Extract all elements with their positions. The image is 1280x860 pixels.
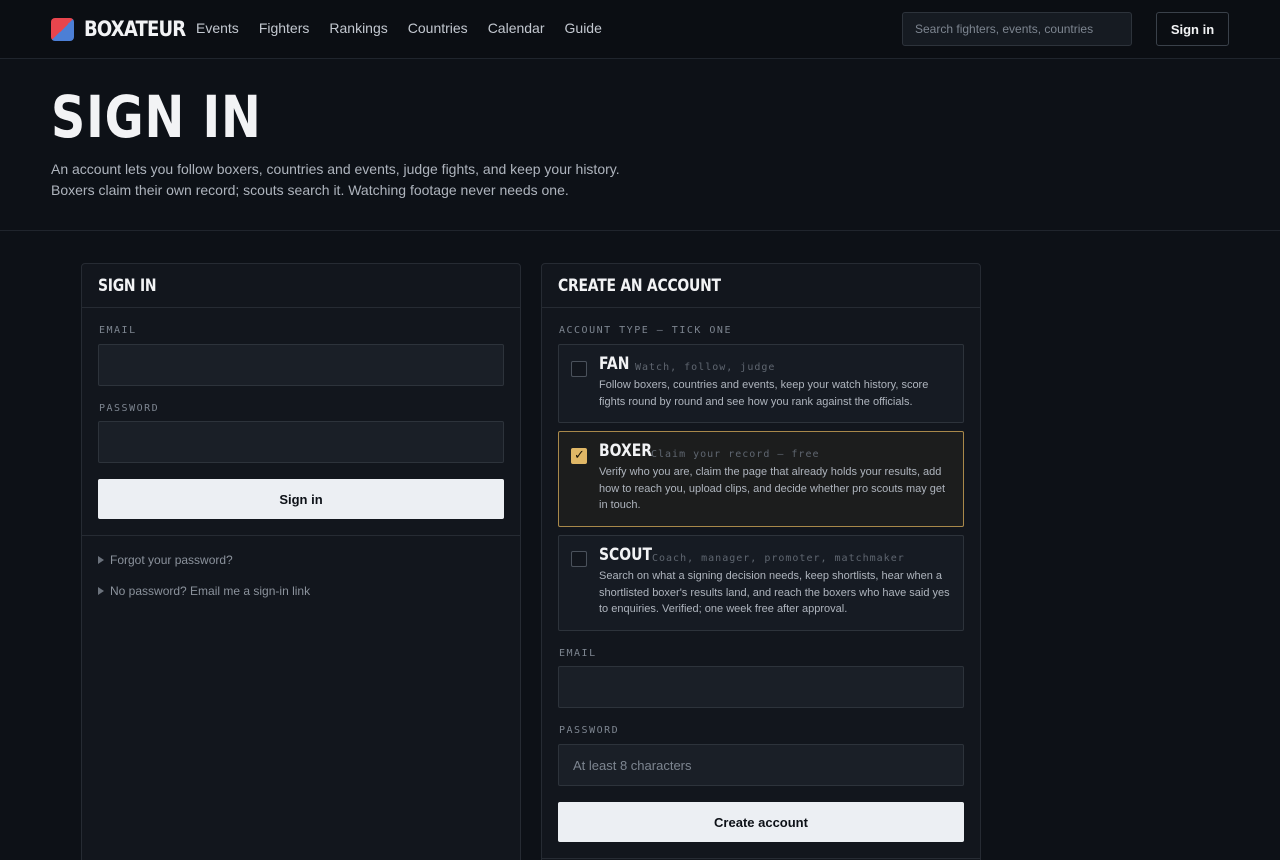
sign-in-card-header: SIGN IN [82, 264, 520, 308]
sign-in-card-title: SIGN IN [98, 276, 157, 296]
create-account-divider [542, 858, 980, 859]
fan-option-tag: Watch, follow, judge [635, 362, 776, 373]
fan-checkbox[interactable] [571, 361, 587, 377]
page-title: SIGN IN [51, 83, 262, 151]
sign-in-password-field[interactable] [98, 421, 504, 463]
nav-item-countries[interactable]: Countries [408, 20, 468, 36]
scout-checkbox[interactable] [571, 551, 587, 567]
create-account-button[interactable]: Create account [558, 802, 964, 842]
create-password-field[interactable] [558, 744, 964, 786]
top-navigation-bar: BOXATEUR Events Fighters Rankings Countr… [0, 0, 1280, 59]
create-account-card-title: CREATE AN ACCOUNT [558, 276, 721, 296]
scout-option-title: SCOUT [599, 545, 652, 565]
nav-item-fighters[interactable]: Fighters [259, 20, 310, 36]
nav-item-calendar[interactable]: Calendar [488, 20, 545, 36]
create-email-field[interactable] [558, 666, 964, 708]
sign-in-password-label: PASSWORD [99, 403, 160, 414]
nav-item-events[interactable]: Events [196, 20, 239, 36]
check-icon: ✓ [574, 447, 585, 462]
sign-in-email-field[interactable] [98, 344, 504, 386]
boxer-option-tag: Claim your record — free [651, 449, 820, 460]
sign-in-card: SIGN IN EMAIL PASSWORD Sign in Forgot yo… [81, 263, 521, 860]
boxer-checkbox[interactable]: ✓ [571, 447, 587, 464]
magic-link-toggle[interactable]: No password? Email me a sign-in link [98, 584, 310, 598]
scout-option-description: Search on what a signing decision needs,… [599, 570, 950, 615]
create-email-label: EMAIL [559, 648, 597, 659]
nav-item-guide[interactable]: Guide [565, 20, 602, 36]
header-sign-in-button[interactable]: Sign in [1156, 12, 1229, 46]
sign-in-button[interactable]: Sign in [98, 479, 504, 519]
brand-name: BOXATEUR [84, 17, 186, 41]
sign-in-divider [82, 535, 520, 536]
disclosure-triangle-icon [98, 587, 104, 595]
sign-in-email-label: EMAIL [99, 325, 137, 336]
create-password-label: PASSWORD [559, 725, 620, 736]
main-nav: Events Fighters Rankings Countries Calen… [196, 20, 602, 36]
create-account-card: CREATE AN ACCOUNT ACCOUNT TYPE — TICK ON… [541, 263, 981, 860]
page-hero: SIGN IN An account lets you follow boxer… [0, 59, 1280, 231]
account-type-label: ACCOUNT TYPE — TICK ONE [559, 325, 732, 336]
magic-link-label: No password? Email me a sign-in link [110, 584, 311, 598]
search-input[interactable] [902, 12, 1132, 46]
account-type-option-scout[interactable]: SCOUT Coach, manager, promoter, matchmak… [558, 535, 964, 631]
hero-description-line-2: Boxers claim their own record; scouts se… [51, 182, 569, 198]
boxer-option-description: Verify who you are, claim the page that … [599, 466, 946, 511]
disclosure-triangle-icon [98, 556, 104, 564]
create-account-card-header: CREATE AN ACCOUNT [542, 264, 980, 308]
account-type-option-fan[interactable]: FAN Watch, follow, judge Follow boxers, … [558, 344, 964, 423]
forgot-password-toggle[interactable]: Forgot your password? [98, 553, 233, 567]
account-type-option-boxer[interactable]: ✓ BOXER Claim your record — free Verify … [558, 431, 964, 527]
boxer-option-title: BOXER [599, 441, 652, 461]
fan-option-title: FAN [599, 354, 630, 374]
brand-mark-icon [51, 17, 74, 41]
hero-description-line-1: An account lets you follow boxers, count… [51, 161, 620, 177]
brand-logo[interactable]: BOXATEUR [51, 17, 202, 41]
forgot-password-label: Forgot your password? [110, 553, 233, 567]
scout-option-tag: Coach, manager, promoter, matchmaker [652, 553, 905, 564]
nav-item-rankings[interactable]: Rankings [329, 20, 387, 36]
fan-option-description: Follow boxers, countries and events, kee… [599, 379, 929, 408]
